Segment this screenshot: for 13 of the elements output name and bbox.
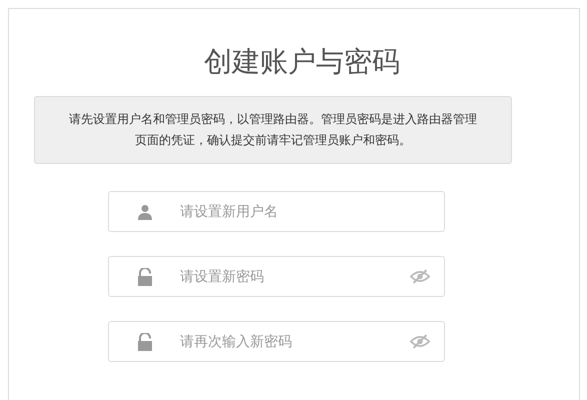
input-field[interactable]: 请再次输入新密码 xyxy=(108,321,445,362)
hidden-eye-icon[interactable] xyxy=(410,269,430,284)
text-input[interactable]: 请设置新用户名 xyxy=(178,202,430,220)
padlock-icon xyxy=(137,268,153,286)
notice-text: 请先设置用户名和管理员密码，以管理路由器。管理员密码是进入路由器管理页面的凭证，确认提交前请牢记管理员账户和密码。 xyxy=(68,111,478,149)
user-icon xyxy=(137,202,153,220)
text-input[interactable]: 请设置新密码 xyxy=(178,268,410,286)
text-input[interactable]: 请再次输入新密码 xyxy=(178,332,410,350)
padlock-icon xyxy=(137,332,153,350)
input-field[interactable]: 请设置新用户名 xyxy=(108,191,445,232)
input-field[interactable]: 请设置新密码 xyxy=(108,256,445,297)
hidden-eye-icon[interactable] xyxy=(410,334,430,349)
page-title: 创建账户与密码 xyxy=(204,44,400,80)
